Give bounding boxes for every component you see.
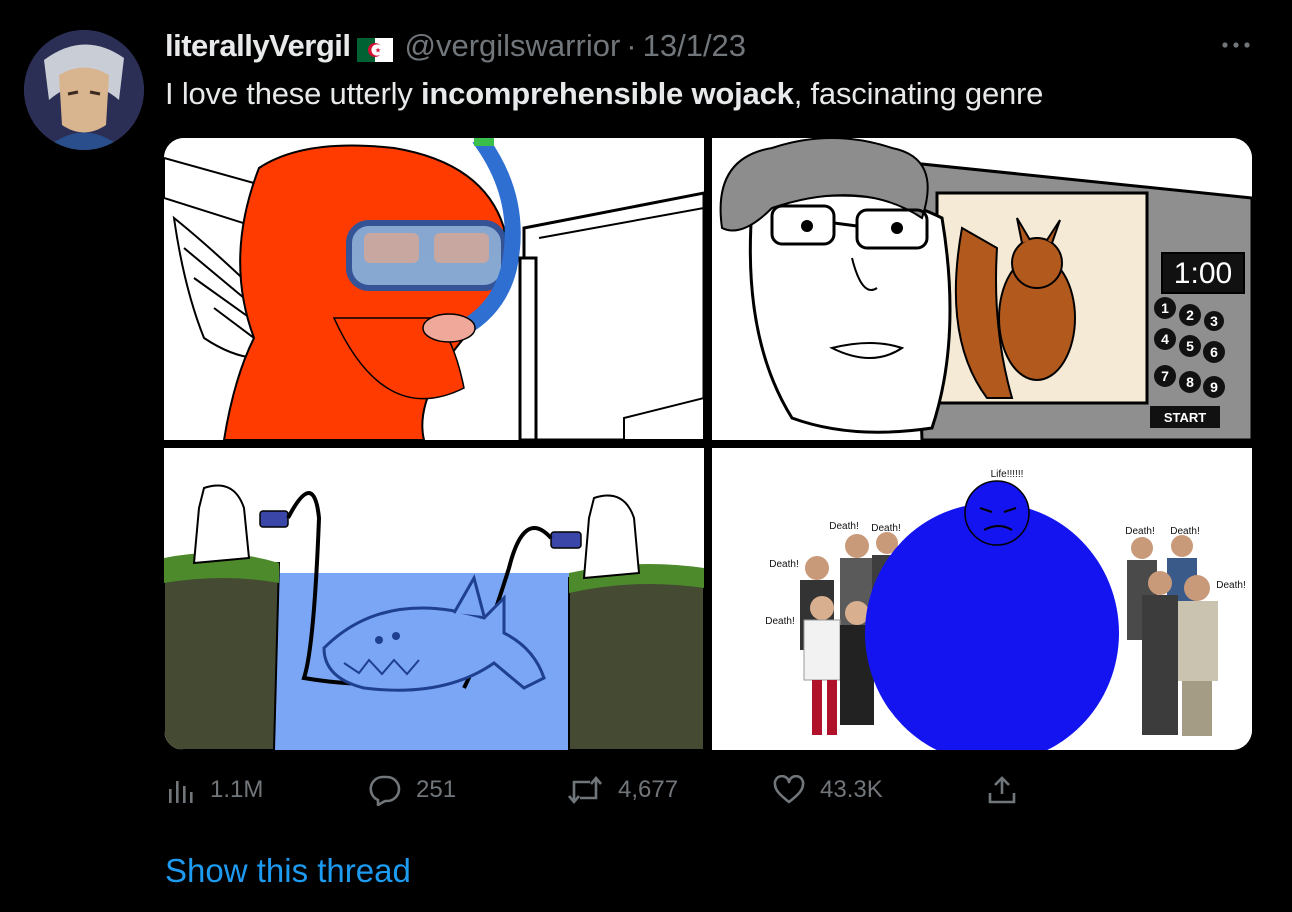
death-label-6: Death!	[1170, 526, 1199, 537]
death-label-7: Death!	[1216, 580, 1245, 591]
views-count: 1.1M	[210, 776, 264, 803]
tweet-date[interactable]: 13/1/23	[643, 28, 746, 64]
tweet-text-part-1: I love these utterly	[165, 76, 421, 111]
death-label-1: Death!	[829, 521, 858, 532]
like-button[interactable]: 43.3K	[772, 768, 883, 812]
clock-display: 1:00	[1174, 257, 1232, 290]
death-label-3: Death!	[769, 559, 798, 570]
media-image-3[interactable]	[164, 448, 704, 750]
life-label: Life!!!!!!	[991, 469, 1024, 480]
more-options-icon[interactable]	[1214, 30, 1258, 60]
keypad-key-1: 1	[1161, 300, 1169, 316]
keypad-key-3: 3	[1210, 313, 1218, 329]
tweet-text-part-2: , fascinating genre	[793, 76, 1044, 111]
keypad-key-2: 2	[1186, 307, 1194, 323]
keypad-key-6: 6	[1210, 344, 1218, 360]
media-grid: 1:00 1 2 3 4 5 6 7 8 9 START Life!!!!!! …	[164, 138, 1252, 750]
heart-icon	[773, 775, 805, 804]
views-button[interactable]: 1.1M	[166, 768, 263, 812]
show-thread-link[interactable]: Show this thread	[165, 852, 411, 890]
display-name[interactable]: literallyVergil	[165, 28, 351, 64]
retweet-icon	[568, 775, 602, 805]
reply-button[interactable]: 251	[368, 768, 456, 812]
reply-icon	[369, 775, 401, 806]
share-button[interactable]	[986, 768, 1032, 812]
keypad-key-9: 9	[1210, 379, 1218, 395]
media-image-2[interactable]: 1:00 1 2 3 4 5 6 7 8 9 START	[712, 138, 1252, 440]
reply-count: 251	[416, 776, 457, 803]
action-bar: 1.1M 251 4,677 43.3K	[0, 768, 1292, 812]
death-label-5: Death!	[1125, 526, 1154, 537]
keypad-key-8: 8	[1186, 374, 1194, 390]
share-icon	[988, 776, 1016, 804]
header-separator: ·	[626, 28, 637, 63]
like-count: 43.3K	[820, 776, 883, 803]
death-label-4: Death!	[765, 616, 794, 627]
analytics-icon	[169, 781, 193, 803]
retweet-count: 4,677	[618, 776, 679, 803]
start-button-label: START	[1164, 410, 1206, 425]
media-image-4[interactable]: Life!!!!!! Death! Death! Death! Death! D…	[712, 448, 1252, 750]
tweet-header: literallyVergil @vergilswarrior · 13/1/2…	[165, 26, 746, 66]
death-label-2: Death!	[871, 523, 900, 534]
media-image-1[interactable]	[164, 138, 704, 440]
keypad-key-4: 4	[1161, 331, 1169, 347]
tweet-text-bold: incomprehensible wojack	[421, 76, 794, 111]
author-handle[interactable]: @vergilswarrior	[405, 28, 621, 64]
author-avatar[interactable]	[24, 30, 144, 150]
tweet-text: I love these utterly incomprehensible wo…	[165, 76, 1043, 112]
algeria-flag-icon	[356, 34, 393, 62]
keypad-key-5: 5	[1186, 338, 1194, 354]
retweet-button[interactable]: 4,677	[566, 768, 678, 812]
keypad-key-7: 7	[1161, 368, 1169, 384]
